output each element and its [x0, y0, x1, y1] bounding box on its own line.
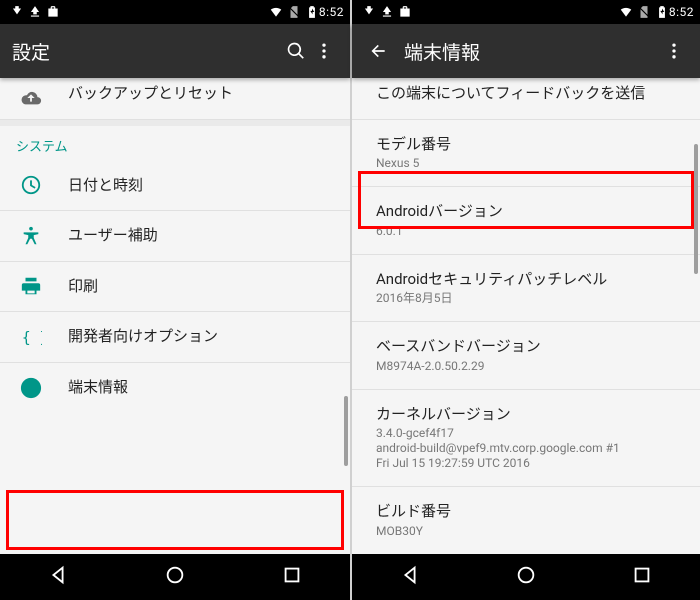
- sim-off-icon: [287, 5, 301, 19]
- about-list: この端末についてフィードバックを送信 モデル番号 Nexus 5 Android…: [352, 78, 700, 554]
- row-primary: この端末についてフィードバックを送信: [376, 84, 684, 104]
- list-item-build[interactable]: ビルド番号 MOB30Y: [352, 487, 700, 554]
- list-item-kernel[interactable]: カーネルバージョン 3.4.0-gcef4f17 android-build@v…: [352, 390, 700, 488]
- list-item[interactable]: 日付と時刻: [0, 161, 350, 212]
- list-item-label: 日付と時刻: [68, 176, 334, 196]
- row-primary: ビルド番号: [376, 502, 684, 522]
- status-bar: 8:52: [0, 0, 350, 24]
- scrollbar[interactable]: [694, 144, 698, 274]
- search-icon[interactable]: [282, 41, 310, 61]
- cloud-upload-icon: [18, 85, 44, 111]
- page-title: 設定: [12, 38, 282, 65]
- list-item[interactable]: { } 開発者向けオプション: [0, 312, 350, 363]
- section-header-system: システム: [0, 120, 350, 161]
- nav-home-icon[interactable]: [515, 564, 537, 590]
- row-secondary: 2016年8月5日: [376, 291, 684, 306]
- row-primary: カーネルバージョン: [376, 405, 684, 425]
- row-primary: Androidセキュリティパッチレベル: [376, 270, 684, 290]
- row-secondary: M8974A-2.0.50.2.29: [376, 359, 684, 374]
- svg-text:{ }: { }: [22, 329, 42, 346]
- page-title: 端末情報: [404, 38, 660, 65]
- status-time: 8:52: [669, 5, 694, 19]
- download-icon: [362, 5, 376, 19]
- list-item-security-patch[interactable]: Androidセキュリティパッチレベル 2016年8月5日: [352, 255, 700, 323]
- clock-icon: [18, 172, 44, 198]
- overflow-menu-icon[interactable]: [660, 41, 688, 61]
- nav-bar: [0, 554, 350, 600]
- list-item-label: 印刷: [68, 277, 334, 297]
- wifi-icon: [269, 5, 283, 19]
- row-primary: Androidバージョン: [376, 202, 684, 222]
- highlight-about-phone: [6, 490, 344, 550]
- list-item-android-version[interactable]: Androidバージョン 6.0.1: [352, 187, 700, 255]
- row-secondary: 6.0.1: [376, 224, 684, 239]
- action-bar: 設定: [0, 24, 350, 78]
- upload-icon: [28, 5, 42, 19]
- list-item-model[interactable]: モデル番号 Nexus 5: [352, 120, 700, 188]
- status-time: 8:52: [319, 5, 344, 19]
- row-primary: ベースバンドバージョン: [376, 337, 684, 357]
- list-item-label: 端末情報: [68, 378, 334, 398]
- wifi-icon: [619, 5, 633, 19]
- list-item-label: バックアップとリセット: [68, 84, 334, 104]
- list-item-about-phone[interactable]: 端末情報: [0, 363, 350, 413]
- dev-options-icon: { }: [18, 324, 44, 350]
- list-item[interactable]: バックアップとリセット: [0, 78, 350, 120]
- list-item[interactable]: 印刷: [0, 262, 350, 313]
- battery-charging-icon: [305, 5, 319, 19]
- list-item[interactable]: ユーザー補助: [0, 211, 350, 262]
- list-item-feedback[interactable]: この端末についてフィードバックを送信: [352, 78, 700, 120]
- nav-back-icon[interactable]: [399, 564, 421, 590]
- battery-charging-icon: [655, 5, 669, 19]
- row-primary: モデル番号: [376, 135, 684, 155]
- overflow-menu-icon[interactable]: [310, 41, 338, 61]
- print-icon: [18, 273, 44, 299]
- settings-list: バックアップとリセット システム 日付と時刻 ユーザー補助 印刷 { } 開発者…: [0, 78, 350, 554]
- bag-icon: [398, 5, 412, 19]
- nav-back-icon[interactable]: [47, 564, 69, 590]
- nav-recent-icon[interactable]: [281, 564, 303, 590]
- accessibility-icon: [18, 223, 44, 249]
- info-icon: [18, 375, 44, 401]
- right-pane: 8:52 端末情報 この端末についてフィードバックを送信 モデル番号 Nexus…: [350, 0, 700, 600]
- download-icon: [10, 5, 24, 19]
- left-pane: 8:52 設定 バックアップとリセット システム 日付と時刻 ユーザー補助 印刷…: [0, 0, 350, 600]
- back-arrow-icon[interactable]: [364, 41, 392, 61]
- list-item-label: ユーザー補助: [68, 226, 334, 246]
- row-secondary: MOB30Y: [376, 524, 684, 539]
- nav-bar: [352, 554, 700, 600]
- nav-recent-icon[interactable]: [631, 564, 653, 590]
- nav-home-icon[interactable]: [164, 564, 186, 590]
- list-item-baseband[interactable]: ベースバンドバージョン M8974A-2.0.50.2.29: [352, 322, 700, 390]
- row-secondary: Nexus 5: [376, 156, 684, 171]
- status-bar: 8:52: [352, 0, 700, 24]
- upload-icon: [380, 5, 394, 19]
- sim-off-icon: [637, 5, 651, 19]
- list-item-label: 開発者向けオプション: [68, 327, 334, 347]
- scrollbar[interactable]: [344, 396, 348, 466]
- row-secondary: 3.4.0-gcef4f17 android-build@vpef9.mtv.c…: [376, 426, 684, 471]
- action-bar: 端末情報: [352, 24, 700, 78]
- bag-icon: [46, 5, 60, 19]
